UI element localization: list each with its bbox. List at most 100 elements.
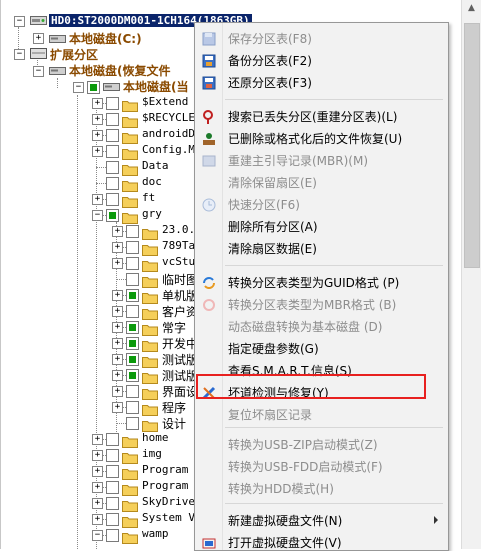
tree-item-label[interactable]: 开发中	[162, 335, 198, 352]
expand-toggle[interactable]: +	[112, 386, 123, 397]
expand-toggle[interactable]: +	[112, 322, 123, 333]
menu-item[interactable]: 查看S.M.A.R.T.信息(S)	[195, 360, 448, 382]
item-checkbox[interactable]	[106, 513, 119, 526]
tree-item-label[interactable]: 常字	[162, 319, 186, 336]
menu-item[interactable]: 备份分区表(F2)	[195, 50, 448, 72]
partition-checkbox[interactable]	[87, 81, 100, 94]
tree-item-label[interactable]: 临时图	[162, 271, 198, 288]
menu-item[interactable]: 还原分区表(F3)	[195, 72, 448, 94]
expand-toggle[interactable]: +	[92, 482, 103, 493]
scroll-up-arrow-icon[interactable]: ▲	[462, 0, 481, 17]
item-checkbox[interactable]	[106, 113, 119, 126]
item-checkbox[interactable]	[126, 321, 139, 334]
menu-item[interactable]: 搜索已丢失分区(重建分区表)(L)	[195, 106, 448, 128]
expand-toggle[interactable]: +	[112, 338, 123, 349]
expand-toggle[interactable]: +	[112, 258, 123, 269]
vertical-scrollbar[interactable]: ▲	[461, 0, 481, 549]
expand-toggle[interactable]: −	[14, 16, 25, 27]
expand-toggle[interactable]: +	[92, 114, 103, 125]
tree-item-label[interactable]: Config.Ms	[142, 143, 202, 156]
item-checkbox[interactable]	[126, 225, 139, 238]
menu-item[interactable]: 清除扇区数据(E)	[195, 238, 448, 260]
expand-toggle[interactable]: +	[112, 306, 123, 317]
item-checkbox[interactable]	[126, 337, 139, 350]
tree-item-label[interactable]: home	[142, 431, 169, 444]
item-checkbox[interactable]	[126, 273, 139, 286]
tree-item-label[interactable]: 测试版	[162, 367, 198, 384]
item-checkbox[interactable]	[126, 305, 139, 318]
item-checkbox[interactable]	[106, 97, 119, 110]
expand-toggle[interactable]: +	[92, 434, 103, 445]
tree-item-label[interactable]: System Vo	[142, 511, 202, 524]
expand-toggle[interactable]: +	[112, 290, 123, 301]
expand-toggle[interactable]: +	[33, 33, 44, 44]
tree-item-label[interactable]: gry	[142, 207, 162, 220]
expand-toggle[interactable]: −	[73, 82, 84, 93]
item-checkbox[interactable]	[126, 289, 139, 302]
tree-item-label[interactable]: doc	[142, 175, 162, 188]
item-checkbox[interactable]	[106, 193, 119, 206]
item-checkbox[interactable]	[106, 465, 119, 478]
recovery-partition-label[interactable]: 本地磁盘(恢复文件	[69, 62, 171, 79]
tree-item-label[interactable]: $Extend	[142, 95, 188, 108]
expand-toggle[interactable]: −	[14, 49, 25, 60]
tree-item-label[interactable]: 单机版	[162, 287, 198, 304]
expand-toggle[interactable]: +	[92, 498, 103, 509]
menu-item[interactable]: 指定硬盘参数(G)	[195, 338, 448, 360]
item-checkbox[interactable]	[106, 145, 119, 158]
tree-item-label[interactable]: wamp	[142, 527, 169, 540]
item-checkbox[interactable]	[106, 449, 119, 462]
expand-toggle[interactable]: −	[33, 66, 44, 77]
expand-toggle[interactable]: +	[112, 402, 123, 413]
expand-toggle[interactable]: +	[112, 242, 123, 253]
expand-toggle[interactable]: −	[92, 530, 103, 541]
item-checkbox[interactable]	[106, 529, 119, 542]
partition-c-label[interactable]: 本地磁盘(C:)	[69, 30, 142, 47]
expand-toggle[interactable]: +	[92, 130, 103, 141]
item-checkbox[interactable]	[126, 385, 139, 398]
expand-toggle[interactable]: +	[92, 466, 103, 477]
tree-item-label[interactable]: 测试版	[162, 351, 198, 368]
item-checkbox[interactable]	[106, 209, 119, 222]
tree-item-label[interactable]: Program F	[142, 463, 202, 476]
tree-item-label[interactable]: ft	[142, 191, 155, 204]
current-partition-label[interactable]: 本地磁盘(当	[123, 78, 189, 95]
scroll-thumb[interactable]	[464, 23, 480, 268]
item-checkbox[interactable]	[126, 241, 139, 254]
expand-toggle[interactable]: +	[92, 514, 103, 525]
menu-item[interactable]: 转换分区表类型为GUID格式 (P)	[195, 272, 448, 294]
expand-toggle[interactable]: +	[112, 354, 123, 365]
tree-item-label[interactable]: 客户资	[162, 303, 198, 320]
tree-item-label[interactable]: 程序	[162, 399, 186, 416]
extended-partition-label[interactable]: 扩展分区	[50, 46, 98, 63]
item-checkbox[interactable]	[106, 177, 119, 190]
expand-toggle[interactable]: +	[112, 226, 123, 237]
item-checkbox[interactable]	[126, 401, 139, 414]
item-checkbox[interactable]	[126, 369, 139, 382]
item-checkbox[interactable]	[106, 129, 119, 142]
tree-item-label[interactable]: Program F	[142, 479, 202, 492]
item-checkbox[interactable]	[126, 417, 139, 430]
tree-item-label[interactable]: img	[142, 447, 162, 460]
item-checkbox[interactable]	[106, 497, 119, 510]
item-checkbox[interactable]	[106, 481, 119, 494]
tree-item-label[interactable]: androidDe	[142, 127, 202, 140]
expand-toggle[interactable]: +	[92, 146, 103, 157]
expand-toggle[interactable]: +	[92, 98, 103, 109]
item-checkbox[interactable]	[106, 433, 119, 446]
tree-item-label[interactable]: 界面设	[162, 383, 198, 400]
tree-item-label[interactable]: Data	[142, 159, 169, 172]
menu-item[interactable]: 坏道检测与修复(Y)	[195, 382, 448, 404]
expand-toggle[interactable]: +	[92, 194, 103, 205]
tree-item-label[interactable]: SkyDrive	[142, 495, 195, 508]
item-checkbox[interactable]	[106, 161, 119, 174]
expand-toggle[interactable]: −	[92, 210, 103, 221]
item-checkbox[interactable]	[126, 257, 139, 270]
menu-item[interactable]: 新建虚拟硬盘文件(N)	[195, 510, 448, 532]
menu-item[interactable]: 已删除或格式化后的文件恢复(U)	[195, 128, 448, 150]
menu-item[interactable]: 打开虚拟硬盘文件(V)	[195, 532, 448, 550]
expand-toggle[interactable]: +	[112, 370, 123, 381]
menu-item[interactable]: 删除所有分区(A)	[195, 216, 448, 238]
expand-toggle[interactable]: +	[92, 450, 103, 461]
tree-item-label[interactable]: 设计	[162, 415, 186, 432]
